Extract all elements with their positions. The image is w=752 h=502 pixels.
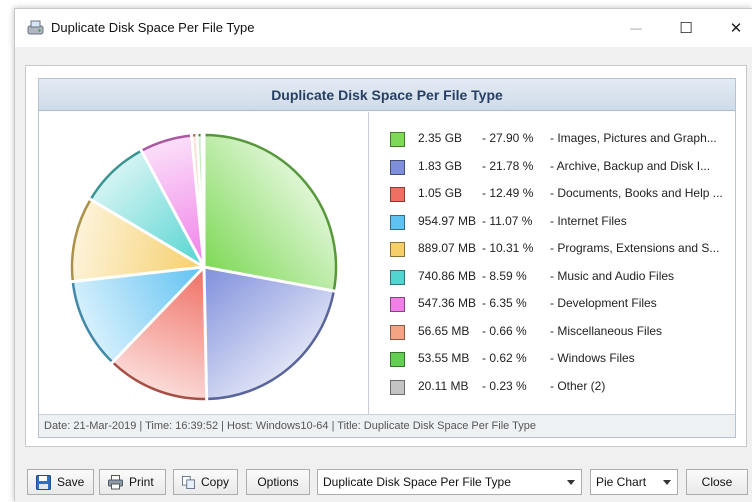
legend-size: 2.35 GB — [418, 131, 463, 145]
legend-size: 1.05 GB — [418, 186, 463, 200]
legend-swatch — [390, 132, 405, 147]
legend-size: 53.55 MB — [418, 351, 470, 365]
pie-chart-area — [39, 112, 369, 414]
chart-panel: Duplicate Disk Space Per File Type 2.35 … — [25, 65, 747, 447]
chart-frame: Duplicate Disk Space Per File Type 2.35 … — [38, 78, 736, 438]
chevron-down-icon — [663, 480, 671, 485]
legend-label: - Music and Audio Files — [550, 268, 675, 283]
legend-percent: - 0.66 % — [482, 323, 527, 338]
legend-percent: - 6.35 % — [482, 296, 527, 310]
chart-status-text: Date: 21-Mar-2019 | Time: 16:39:52 | Hos… — [44, 420, 536, 432]
options-button[interactable]: Options — [246, 469, 310, 495]
legend-swatch — [390, 159, 405, 175]
legend-percent: - 11.07 % — [482, 213, 533, 228]
legend-label: - Archive, Backup and Disk I... — [550, 158, 711, 173]
chart-type-value: Pie Chart — [596, 475, 647, 489]
legend-label: - Programs, Extensions and S... — [550, 241, 720, 255]
legend-size: 1.83 GB — [418, 158, 463, 173]
chart-legend: 2.35 GB - 27.90 % - Images, Pictures and… — [370, 112, 735, 414]
legend-percent: - 0.62 % — [482, 351, 527, 365]
legend-item: 740.86 MB - 8.59 % - Music and Audio Fil… — [390, 267, 735, 287]
save-label: Save — [57, 475, 85, 489]
legend-swatch — [390, 379, 405, 395]
close-label: Close — [701, 475, 733, 489]
legend-percent: - 12.49 % — [482, 186, 534, 200]
legend-item: 56.65 MB - 0.66 % - Miscellaneous Files — [390, 322, 735, 342]
legend-size: 889.07 MB — [418, 241, 477, 255]
disk-space-app-icon — [27, 20, 44, 35]
minimize-icon: — — [630, 21, 642, 35]
window-client-area: Duplicate Disk Space Per File Type 2.35 … — [15, 47, 752, 502]
report-select-value: Duplicate Disk Space Per File Type — [323, 475, 511, 489]
legend-label: - Miscellaneous Files — [550, 323, 663, 338]
report-select[interactable]: Duplicate Disk Space Per File Type — [317, 469, 582, 495]
copy-button[interactable]: Copy — [173, 469, 238, 495]
legend-swatch — [390, 242, 405, 257]
print-button[interactable]: Print — [99, 469, 166, 495]
legend-size: 20.11 MB — [418, 378, 469, 393]
print-label: Print — [129, 475, 154, 489]
legend-size: 547.36 MB — [418, 296, 477, 310]
legend-item: 547.36 MB - 6.35 % - Development Files — [390, 294, 735, 314]
legend-item: 954.97 MB - 11.07 % - Internet Files — [390, 212, 735, 232]
chart-header: Duplicate Disk Space Per File Type — [39, 79, 735, 111]
legend-percent: - 10.31 % — [482, 241, 534, 255]
legend-label: - Images, Pictures and Graph... — [550, 131, 717, 145]
legend-item: 2.35 GB - 27.90 % - Images, Pictures and… — [390, 129, 735, 149]
legend-percent: - 21.78 % — [482, 158, 534, 173]
copy-icon — [182, 475, 195, 489]
minimize-button[interactable]: — — [613, 9, 659, 47]
maximize-icon: ☐ — [679, 20, 693, 37]
legend-swatch — [390, 352, 405, 367]
pie-slice — [202, 133, 338, 293]
legend-swatch — [390, 269, 405, 285]
legend-item: 20.11 MB - 0.23 % - Other (2) — [390, 377, 735, 397]
title-bar[interactable]: Duplicate Disk Space Per File Type — ☐ ✕ — [15, 9, 752, 47]
legend-size: 954.97 MB — [418, 213, 477, 228]
options-label: Options — [257, 475, 299, 489]
close-button[interactable]: Close — [686, 469, 748, 495]
legend-percent: - 8.59 % — [482, 268, 527, 283]
close-icon: ✕ — [729, 20, 743, 37]
legend-swatch — [390, 214, 405, 230]
chart-title: Duplicate Disk Space Per File Type — [271, 86, 503, 103]
legend-label: - Internet Files — [550, 213, 627, 228]
legend-percent: - 0.23 % — [482, 378, 527, 393]
legend-item: 889.07 MB - 10.31 % - Programs, Extensio… — [390, 239, 735, 259]
legend-percent: - 27.90 % — [482, 131, 534, 145]
legend-label: - Windows Files — [550, 351, 635, 365]
floppy-disk-icon — [36, 474, 51, 490]
close-window-button[interactable]: ✕ — [713, 9, 752, 47]
legend-label: - Documents, Books and Help ... — [550, 186, 723, 200]
maximize-button[interactable]: ☐ — [663, 9, 709, 47]
legend-item: 1.05 GB - 12.49 % - Documents, Books and… — [390, 184, 735, 204]
printer-icon — [108, 474, 123, 489]
legend-swatch — [390, 187, 405, 202]
window-title: Duplicate Disk Space Per File Type — [51, 20, 255, 35]
bottom-toolbar: Save Print Copy Options Duplicate Disk S… — [15, 469, 752, 499]
legend-item: 1.83 GB - 21.78 % - Archive, Backup and … — [390, 157, 735, 177]
report-window: Duplicate Disk Space Per File Type — ☐ ✕… — [14, 8, 752, 502]
legend-swatch — [390, 297, 405, 312]
legend-label: - Development Files — [550, 296, 657, 310]
slice-separator — [200, 131, 206, 268]
chevron-down-icon — [567, 480, 575, 485]
legend-size: 56.65 MB — [418, 323, 470, 338]
chart-type-select[interactable]: Pie Chart — [590, 469, 678, 495]
legend-label: - Other (2) — [550, 378, 606, 393]
copy-label: Copy — [200, 475, 229, 489]
pie-chart — [69, 131, 338, 403]
legend-size: 740.86 MB — [418, 268, 477, 283]
save-button[interactable]: Save — [27, 469, 94, 495]
legend-item: 53.55 MB - 0.62 % - Windows Files — [390, 349, 735, 369]
chart-status-bar: Date: 21-Mar-2019 | Time: 16:39:52 | Hos… — [39, 414, 735, 437]
legend-swatch — [390, 324, 405, 340]
